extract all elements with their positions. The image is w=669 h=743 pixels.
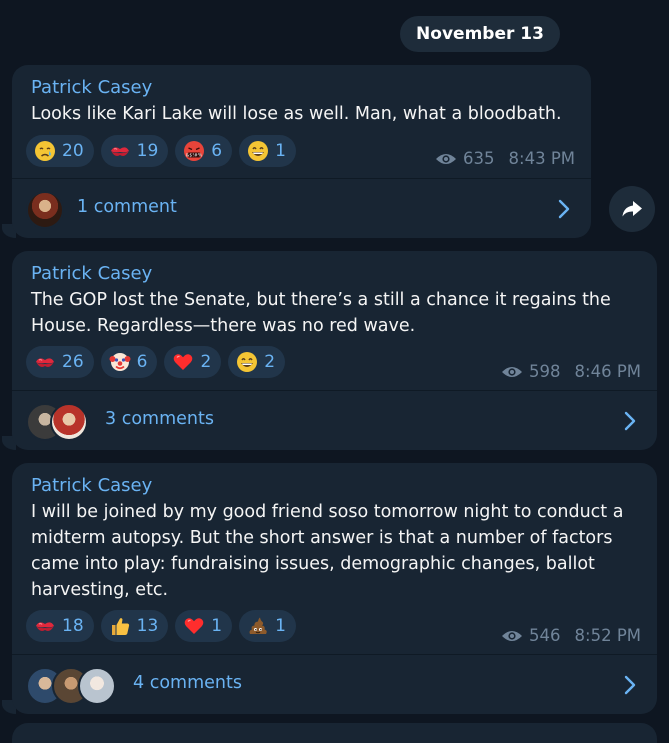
reaction-count: 1 <box>275 616 286 636</box>
view-count: 635 <box>463 149 495 168</box>
message-text: Looks like Kari Lake will lose as well. … <box>31 104 562 124</box>
comments-count-label: 4 comments <box>133 673 242 693</box>
reaction-count: 6 <box>136 352 148 372</box>
reaction-pill[interactable]: 2 <box>164 346 222 378</box>
date-separator: November 13 <box>400 16 560 52</box>
comments-count-label: 1 comment <box>77 197 177 217</box>
next-message-bubble <box>12 723 657 743</box>
reaction-count: 19 <box>136 141 159 161</box>
face-with-symbols-on-mouth-icon <box>183 140 205 162</box>
reaction-count: 2 <box>200 352 212 372</box>
message-time: 8:43 PM <box>508 149 575 168</box>
view-count: 598 <box>529 362 561 381</box>
reaction-count: 2 <box>264 352 276 372</box>
avatar <box>50 403 88 441</box>
reaction-pill[interactable]: 2 <box>228 346 286 378</box>
clown-face-icon <box>109 351 131 373</box>
reaction-count: 13 <box>136 616 159 636</box>
message-text: The GOP lost the Senate, but there’s a s… <box>31 290 611 336</box>
kiss-mark-icon <box>34 615 56 637</box>
chevron-right-icon <box>557 199 571 219</box>
date-separator-label: November 13 <box>416 24 544 44</box>
reaction-count: 20 <box>62 141 84 161</box>
reaction-pill[interactable]: 19 <box>100 135 169 167</box>
chevron-right-icon <box>623 411 637 431</box>
view-count: 546 <box>529 626 561 645</box>
reaction-pill[interactable]: 1 <box>239 610 296 642</box>
message-text: I will be joined by my good friend soso … <box>31 502 624 600</box>
reactions-bar: 20 19 6 1 <box>26 135 296 167</box>
message-time: 8:52 PM <box>574 626 641 645</box>
grinning-face-icon <box>236 351 258 373</box>
kiss-mark-icon <box>34 351 56 373</box>
pile-of-poo-icon <box>247 615 269 637</box>
reaction-pill[interactable]: 6 <box>100 346 158 378</box>
reaction-count: 1 <box>211 616 223 636</box>
message-meta: 635 8:43 PM <box>435 149 575 168</box>
red-heart-icon <box>183 615 205 637</box>
reaction-pill[interactable]: 20 <box>26 135 94 167</box>
eye-icon <box>501 629 523 643</box>
reaction-pill[interactable]: 26 <box>26 346 94 378</box>
reaction-count: 6 <box>211 141 223 161</box>
message-meta: 546 8:52 PM <box>501 626 641 645</box>
avatar <box>78 667 116 705</box>
reaction-pill[interactable]: 1 <box>175 610 233 642</box>
message-author[interactable]: Patrick Casey <box>31 475 152 497</box>
comments-button[interactable]: 3 comments <box>12 391 657 450</box>
message-bubble: Patrick Casey Looks like Kari Lake will … <box>12 65 591 238</box>
grinning-face-icon <box>247 140 269 162</box>
comments-count-label: 3 comments <box>105 409 214 429</box>
chevron-right-icon <box>623 675 637 695</box>
red-heart-icon <box>172 351 194 373</box>
reactions-bar: 18 13 1 1 <box>26 610 296 642</box>
avatar <box>26 191 64 229</box>
message-bubble: Patrick Casey The GOP lost the Senate, b… <box>12 251 657 450</box>
message-author[interactable]: Patrick Casey <box>31 263 152 285</box>
message-bubble: Patrick Casey I will be joined by my goo… <box>12 463 657 714</box>
message-time: 8:46 PM <box>574 362 641 381</box>
share-button[interactable] <box>609 186 655 232</box>
reaction-count: 1 <box>275 141 286 161</box>
message-author[interactable]: Patrick Casey <box>31 77 152 99</box>
reactions-bar: 26 6 2 2 <box>26 346 286 378</box>
reaction-pill[interactable]: 13 <box>100 610 169 642</box>
crying-face-icon <box>34 140 56 162</box>
share-arrow-icon <box>622 201 642 217</box>
eye-icon <box>435 152 457 166</box>
thumbs-up-icon <box>109 615 131 637</box>
message-meta: 598 8:46 PM <box>501 362 641 381</box>
comments-button[interactable]: 1 comment <box>12 179 591 238</box>
reaction-pill[interactable]: 18 <box>26 610 94 642</box>
reaction-count: 26 <box>62 352 84 372</box>
reaction-pill[interactable]: 1 <box>239 135 296 167</box>
eye-icon <box>501 365 523 379</box>
reaction-count: 18 <box>62 616 84 636</box>
comments-button[interactable]: 4 comments <box>12 655 657 714</box>
reaction-pill[interactable]: 6 <box>175 135 233 167</box>
kiss-mark-icon <box>109 140 131 162</box>
